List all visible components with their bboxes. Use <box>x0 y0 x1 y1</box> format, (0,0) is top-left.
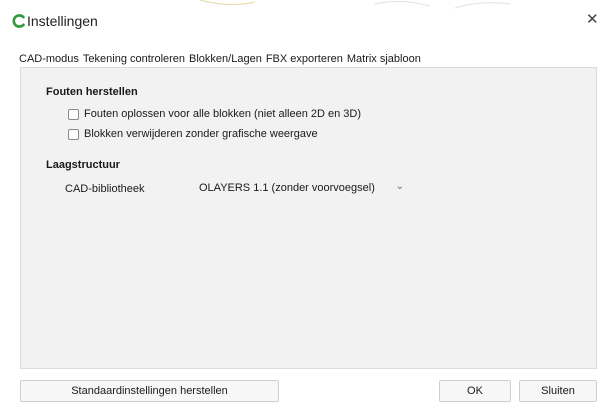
cad-library-select[interactable]: OLAYERS 1.1 (zonder voorvoegsel) ⌄ <box>192 179 411 197</box>
option-row[interactable]: Blokken verwijderen zonder grafische wee… <box>68 128 318 140</box>
window-title: Instellingen <box>27 13 98 29</box>
cad-library-label: CAD-bibliotheek <box>65 183 145 195</box>
option-row[interactable]: Fouten oplossen voor alle blokken (niet … <box>68 108 361 120</box>
tab-cad-modus[interactable]: CAD-modus <box>19 51 79 67</box>
tab-tekening-controleren[interactable]: Tekening controleren <box>82 51 186 67</box>
close-button[interactable]: Sluiten <box>519 380 597 402</box>
section-title-laagstructuur: Laagstructuur <box>46 159 120 171</box>
title-bar: Instellingen ✕ <box>0 0 604 40</box>
checkbox-fouten-oplossen[interactable] <box>68 108 79 120</box>
checkbox-label: Blokken verwijderen zonder grafische wee… <box>84 128 318 140</box>
tab-blokken-lagen[interactable]: Blokken/Lagen <box>189 51 262 67</box>
app-logo-icon <box>12 14 25 28</box>
select-value: OLAYERS 1.1 (zonder voorvoegsel) <box>199 182 375 194</box>
tab-matrix-sjabloon[interactable]: Matrix sjabloon <box>347 51 421 67</box>
checkbox-label: Fouten oplossen voor alle blokken (niet … <box>84 108 361 120</box>
checkbox-blokken-verwijderen[interactable] <box>68 128 79 140</box>
reset-defaults-button[interactable]: Standaardinstellingen herstellen <box>20 380 279 402</box>
close-icon[interactable]: ✕ <box>586 12 599 28</box>
section-title-fouten: Fouten herstellen <box>46 86 138 98</box>
chevron-down-icon: ⌄ <box>395 181 404 192</box>
tab-fbx-exporteren[interactable]: FBX exporteren <box>266 51 343 67</box>
ok-button[interactable]: OK <box>439 380 511 402</box>
tab-bar: CAD-modus Tekening controleren Blokken/L… <box>19 51 425 67</box>
settings-panel: Fouten herstellen Fouten oplossen voor a… <box>20 67 597 369</box>
